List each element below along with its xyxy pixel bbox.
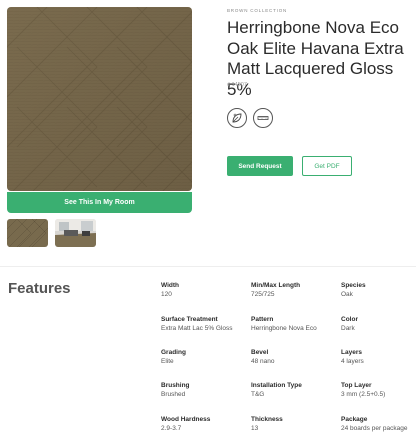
herringbone-floor-image [7,7,192,191]
feature-package: Package 24 boards per package [341,415,408,433]
feature-label: Species [341,282,366,289]
feature-grading: Grading Elite [161,348,186,366]
feature-width: Width 120 [161,281,179,299]
product-sku: # 14507 [227,82,247,88]
feature-value: Herringbone Nova Eco [251,325,317,332]
feature-label: Width [161,282,179,289]
room-thumbnail-image [55,219,96,247]
feature-value: 725/725 [251,291,275,298]
feature-value: 24 boards per package [341,425,408,432]
feature-label: Installation Type [251,382,302,389]
feature-value: Extra Matt Lac 5% Gloss [161,325,233,332]
feature-label: Pattern [251,316,274,323]
collection-label: BROWN COLLECTION [227,8,288,13]
thumbnail-room[interactable] [55,219,96,247]
ruler-icon [253,108,273,128]
product-title: Herringbone Nova Eco Oak Elite Havana Ex… [227,18,404,99]
get-pdf-button[interactable]: Get PDF [302,156,352,176]
product-page: See This In My Room BROWN COLLECTION Her… [0,0,416,441]
feature-value: 2.9-3.7 [161,425,182,432]
feature-top-layer: Top Layer 3 mm (2.5+0.5) [341,381,385,399]
feature-bevel: Bevel 48 nano [251,348,275,366]
feature-label: Package [341,416,368,423]
feature-value: Elite [161,358,174,365]
section-divider [0,266,416,267]
feature-label: Color [341,316,358,323]
feature-brushing: Brushing Brushed [161,381,190,399]
feature-icons [227,108,273,128]
feature-label: Bevel [251,349,269,356]
feature-label: Top Layer [341,382,372,389]
feature-min-max-length: Min/Max Length 725/725 [251,281,300,299]
feature-label: Wood Hardness [161,416,211,423]
feature-value: 48 nano [251,358,275,365]
feature-thickness: Thickness 13 [251,415,283,433]
feature-value: 4 layers [341,358,364,365]
features-heading: Features [8,280,71,297]
feature-value: Oak [341,291,353,298]
feature-label: Layers [341,349,362,356]
floor-thumbnail-image [7,219,48,247]
feature-value: 120 [161,291,172,298]
product-main-image[interactable] [7,7,192,191]
feature-value: Dark [341,325,355,332]
feature-label: Min/Max Length [251,282,301,289]
feature-species: Species Oak [341,281,366,299]
feature-label: Grading [161,349,186,356]
see-in-room-button[interactable]: See This In My Room [7,192,192,213]
feature-installation-type: Installation Type T&G [251,381,302,399]
feature-pattern: Pattern Herringbone Nova Eco [251,315,317,333]
leaf-care-icon [227,108,247,128]
feature-label: Thickness [251,416,283,423]
send-request-button[interactable]: Send Request [227,156,293,176]
feature-value: 3 mm (2.5+0.5) [341,391,386,398]
feature-value: T&G [251,391,265,398]
feature-color: Color Dark [341,315,358,333]
feature-layers: Layers 4 layers [341,348,364,366]
feature-label: Brushing [161,382,190,389]
feature-surface-treatment: Surface Treatment Extra Matt Lac 5% Glos… [161,315,233,333]
feature-value: Brushed [161,391,186,398]
thumbnail-floor[interactable] [7,219,48,247]
feature-wood-hardness: Wood Hardness 2.9-3.7 [161,415,210,433]
feature-value: 13 [251,425,259,432]
feature-label: Surface Treatment [161,316,218,323]
